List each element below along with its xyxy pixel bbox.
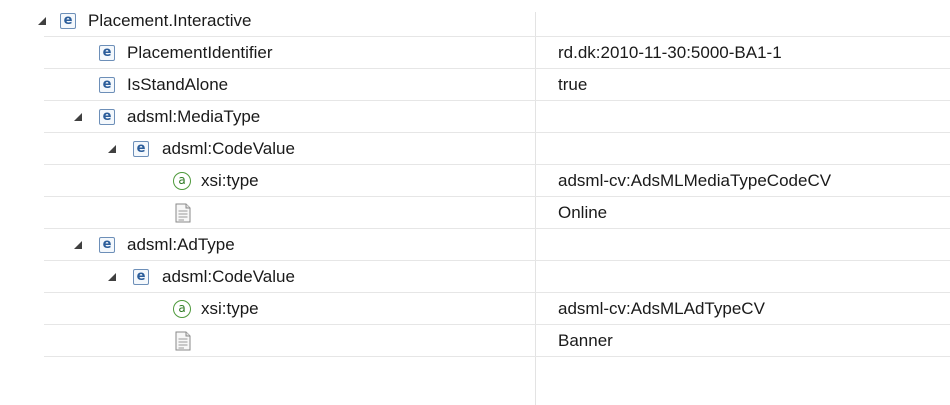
node-name-cell: e adsml:MediaType — [0, 101, 535, 133]
node-value-cell[interactable] — [535, 5, 950, 37]
node-name-label: adsml:AdType — [127, 235, 235, 254]
node-value-label: rd.dk:2010-11-30:5000-BA1-1 — [558, 43, 782, 62]
node-name-cell: a xsi:type — [0, 293, 535, 325]
element-icon: e — [99, 109, 115, 125]
node-value-label: Online — [558, 203, 608, 222]
node-name-label: IsStandAlone — [127, 75, 229, 94]
tree-row-xsi-type[interactable]: a xsi:type adsml-cv:AdsMLAdTypeCV — [0, 293, 950, 325]
element-icon: e — [99, 45, 115, 61]
node-name-label: adsml:CodeValue — [162, 139, 295, 158]
expanded-twisty-icon[interactable] — [72, 239, 84, 251]
tree-row-text-node[interactable]: Banner — [0, 325, 950, 357]
element-icon: e — [99, 237, 115, 253]
node-name-label: adsml:MediaType — [127, 107, 261, 126]
node-name-label: xsi:type — [201, 299, 259, 318]
tree-row-ad-type[interactable]: e adsml:AdType — [0, 229, 950, 261]
node-value-cell[interactable]: rd.dk:2010-11-30:5000-BA1-1 — [535, 37, 950, 69]
node-value-cell[interactable]: adsml-cv:AdsMLAdTypeCV — [535, 293, 950, 325]
node-name-cell: a xsi:type — [0, 165, 535, 197]
node-value-cell[interactable]: adsml-cv:AdsMLMediaTypeCodeCV — [535, 165, 950, 197]
node-name-label: Placement.Interactive — [88, 11, 252, 30]
node-value-cell[interactable] — [535, 261, 950, 293]
attribute-icon: a — [173, 172, 191, 190]
attribute-icon: a — [173, 300, 191, 318]
element-icon: e — [133, 141, 149, 157]
text-node-icon — [175, 203, 191, 223]
expanded-twisty-icon[interactable] — [106, 143, 118, 155]
node-name-cell: e adsml:CodeValue — [0, 261, 535, 293]
tree-row-code-value[interactable]: e adsml:CodeValue — [0, 261, 950, 293]
element-icon: e — [133, 269, 149, 285]
row-divider — [44, 356, 950, 357]
tree-row-placement-interactive[interactable]: e Placement.Interactive — [0, 5, 950, 37]
expanded-twisty-icon[interactable] — [72, 111, 84, 123]
element-icon: e — [60, 13, 76, 29]
node-name-cell: e adsml:CodeValue — [0, 133, 535, 165]
node-name-cell — [0, 197, 535, 229]
node-value-cell[interactable]: Banner — [535, 325, 950, 357]
node-value-label: Banner — [558, 331, 613, 350]
tree-row-is-stand-alone[interactable]: e IsStandAlone true — [0, 69, 950, 101]
tree-row-media-type[interactable]: e adsml:MediaType — [0, 101, 950, 133]
node-value-label: true — [558, 75, 588, 94]
element-icon: e — [99, 77, 115, 93]
expanded-twisty-icon[interactable] — [36, 15, 48, 27]
xml-tree-view: e Placement.Interactive e PlacementIdent… — [0, 0, 950, 405]
node-name-cell: e adsml:AdType — [0, 229, 535, 261]
expanded-twisty-icon[interactable] — [106, 271, 118, 283]
tree-row-xsi-type[interactable]: a xsi:type adsml-cv:AdsMLMediaTypeCodeCV — [0, 165, 950, 197]
node-value-cell[interactable] — [535, 229, 950, 261]
node-value-cell[interactable]: true — [535, 69, 950, 101]
tree-row-text-node[interactable]: Online — [0, 197, 950, 229]
text-node-icon — [175, 331, 191, 351]
node-value-label: adsml-cv:AdsMLMediaTypeCodeCV — [558, 171, 832, 190]
node-value-cell[interactable]: Online — [535, 197, 950, 229]
node-name-label: xsi:type — [201, 171, 259, 190]
node-name-cell — [0, 325, 535, 357]
node-name-cell: e IsStandAlone — [0, 69, 535, 101]
node-value-cell[interactable] — [535, 101, 950, 133]
tree-row-placement-identifier[interactable]: e PlacementIdentifier rd.dk:2010-11-30:5… — [0, 37, 950, 69]
node-value-cell[interactable] — [535, 133, 950, 165]
node-value-label: adsml-cv:AdsMLAdTypeCV — [558, 299, 765, 318]
node-name-cell: e PlacementIdentifier — [0, 37, 535, 69]
node-name-label: adsml:CodeValue — [162, 267, 295, 286]
tree-row-code-value[interactable]: e adsml:CodeValue — [0, 133, 950, 165]
node-name-label: PlacementIdentifier — [127, 43, 273, 62]
node-name-cell: e Placement.Interactive — [0, 5, 535, 37]
